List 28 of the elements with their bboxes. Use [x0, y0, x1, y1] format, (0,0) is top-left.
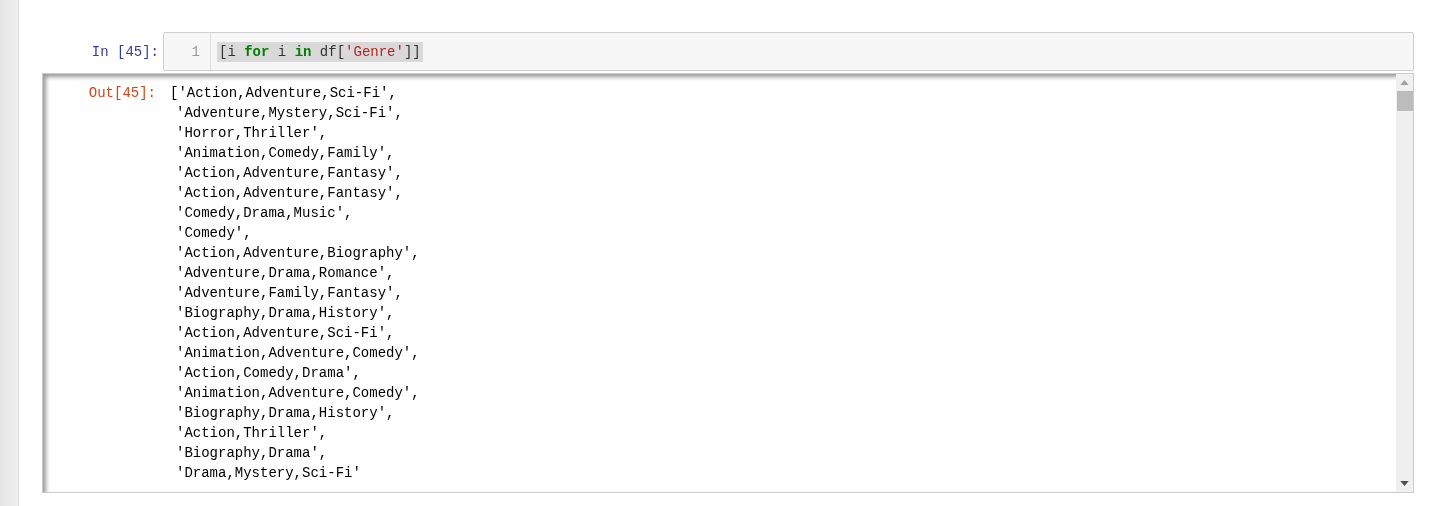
output-line: 'Biography,Drama,History',: [175, 404, 396, 423]
output-line: 'Animation,Adventure,Comedy',: [175, 344, 420, 363]
code-editor[interactable]: 1 [i for i in df['Genre']]: [163, 32, 1414, 71]
output-line: 'Action,Adventure,Fantasy',: [175, 164, 404, 183]
output-line: 'Adventure,Mystery,Sci-Fi',: [175, 104, 404, 123]
scroll-thumb[interactable]: [1396, 91, 1413, 111]
output-line: 'Action,Adventure,Sci-Fi',: [175, 324, 396, 343]
output-line: 'Biography,Drama',: [175, 444, 329, 463]
output-line: 'Animation,Adventure,Comedy',: [175, 384, 420, 403]
input-prompt: In [45]:: [90, 43, 159, 60]
output-line: 'Drama,Mystery,Sci-Fi': [175, 464, 362, 483]
output-line: 'Action,Thriller',: [175, 424, 329, 443]
line-number: 1: [164, 33, 211, 70]
scrollbar[interactable]: [1396, 74, 1413, 492]
scroll-down-icon[interactable]: [1400, 481, 1409, 486]
output-line: 'Biography,Drama,History',: [175, 304, 396, 323]
output-line: 'Comedy',: [175, 224, 253, 243]
output-line: 'Adventure,Drama,Romance',: [175, 264, 396, 283]
scroll-up-icon[interactable]: [1400, 80, 1409, 85]
output-line: ['Action,Adventure,Sci-Fi',: [170, 84, 398, 103]
output-line: 'Comedy,Drama,Music',: [175, 204, 354, 223]
output-line: 'Adventure,Family,Fantasy',: [175, 284, 404, 303]
output-line: 'Horror,Thriller',: [175, 124, 329, 143]
output-prompt: Out[45]:: [87, 84, 157, 103]
output-line: 'Action,Adventure,Fantasy',: [175, 184, 404, 203]
output-line: 'Animation,Comedy,Family',: [175, 144, 396, 163]
output-line: 'Action,Comedy,Drama',: [175, 364, 362, 383]
output-line: 'Action,Adventure,Biography',: [175, 244, 420, 263]
